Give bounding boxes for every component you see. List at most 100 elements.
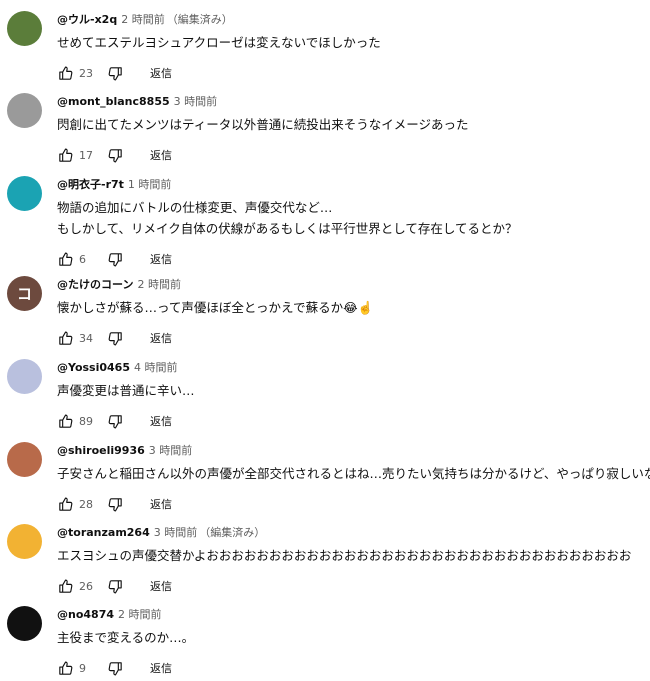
comment-header: @明衣子-r7t 1 時間前 — [57, 176, 171, 192]
comment-header: @shiroeli9936 3 時間前 — [57, 442, 192, 458]
like-count: 23 — [79, 66, 93, 80]
comment-actions: 28 返信 — [57, 495, 172, 513]
timestamp[interactable]: 1 時間前 — [128, 178, 172, 191]
comment-header: @mont_blanc8855 3 時間前 — [57, 93, 217, 109]
comment-text-line: 閃創に出てたメンツはティータ以外普通に続投出来そうなイメージあった — [57, 117, 469, 132]
comment-text-line: せめてエステルヨシュアクローゼは変えないでほしかった — [57, 35, 381, 50]
reply-button[interactable]: 返信 — [150, 496, 172, 512]
like-count: 28 — [79, 497, 93, 511]
dislike-icon[interactable] — [107, 330, 124, 347]
reply-button[interactable]: 返信 — [150, 330, 172, 346]
author-name[interactable]: @mont_blanc8855 — [57, 95, 170, 108]
comment-text-line: エスヨシュの声優交替かよおおおおおおおおおおおおおおおおおおおおおおおおおおおお… — [57, 548, 632, 563]
dislike-icon[interactable] — [107, 413, 124, 430]
timestamp[interactable]: 2 時間前 — [118, 608, 162, 621]
timestamp[interactable]: 2 時間前 — [121, 13, 165, 26]
like-icon[interactable] — [57, 330, 74, 347]
comment-body: 物語の追加にバトルの仕様変更、声優交代など… もしかして、リメイク自体の伏線がある… — [57, 197, 518, 239]
comment-header: @no4874 2 時間前 — [57, 606, 162, 622]
like-icon[interactable] — [57, 147, 74, 164]
comment-item: コ @たけのコーン 2 時間前懐かしさが蘇る…って声優ほぼ全とっかえで蘇るか😂☝️ 3… — [0, 276, 650, 351]
like-icon[interactable] — [57, 251, 74, 268]
reply-button[interactable]: 返信 — [150, 578, 172, 594]
comment-body: 閃創に出てたメンツはティータ以外普通に続投出来そうなイメージあった — [57, 114, 469, 135]
comment-item: @toranzam264 3 時間前 （編集済み） エスヨシュの声優交替かよおおおおお… — [0, 524, 650, 599]
avatar[interactable] — [7, 442, 42, 477]
like-count: 89 — [79, 414, 93, 428]
comment-body: 主役まで変えるのか…。 — [57, 627, 194, 648]
avatar[interactable] — [7, 606, 42, 641]
comment-item: @mont_blanc8855 3 時間前閃創に出てたメンツはティータ以外普通に続… — [0, 93, 650, 168]
like-icon[interactable] — [57, 660, 74, 677]
comment-actions: 17 返信 — [57, 146, 172, 164]
comment-text-line: 声優変更は普通に辛い… — [57, 383, 195, 398]
like-count: 17 — [79, 148, 93, 162]
comment-actions: 23 返信 — [57, 64, 172, 82]
comment-body: せめてエステルヨシュアクローゼは変えないでほしかった — [57, 32, 381, 53]
author-name[interactable]: @shiroeli9936 — [57, 444, 145, 457]
dislike-icon[interactable] — [107, 65, 124, 82]
like-count: 26 — [79, 579, 93, 593]
comment-item: @no4874 2 時間前主役まで変えるのか…。 9 返信 — [0, 606, 650, 681]
comment-actions: 89 返信 — [57, 412, 172, 430]
comment-header: @toranzam264 3 時間前 （編集済み） — [57, 524, 265, 540]
comment-body: 懐かしさが蘇る…って声優ほぼ全とっかえで蘇るか😂☝️ — [57, 297, 373, 318]
dislike-icon[interactable] — [107, 578, 124, 595]
dislike-icon[interactable] — [107, 147, 124, 164]
comment-text-line: 懐かしさが蘇る…って声優ほぼ全とっかえで蘇るか😂☝️ — [57, 300, 374, 315]
avatar[interactable] — [7, 176, 42, 211]
timestamp[interactable]: 2 時間前 — [137, 278, 181, 291]
author-name[interactable]: @no4874 — [57, 608, 114, 621]
comment-item: @ウル-x2q 2 時間前 （編集済み） せめてエステルヨシュアクローゼは変えないでほ… — [0, 11, 650, 86]
reply-button[interactable]: 返信 — [150, 660, 172, 676]
comment-actions: 6 返信 — [57, 250, 172, 268]
like-icon[interactable] — [57, 496, 74, 513]
comment-text-line: 主役まで変えるのか…。 — [57, 630, 195, 645]
author-name[interactable]: @明衣子-r7t — [57, 178, 124, 191]
comment-actions: 26 返信 — [57, 577, 172, 595]
avatar[interactable] — [7, 359, 42, 394]
timestamp[interactable]: 4 時間前 — [134, 361, 178, 374]
avatar-letter: コ — [16, 285, 32, 303]
like-icon[interactable] — [57, 578, 74, 595]
edited-label: （編集済み） — [199, 526, 266, 539]
comment-header: @Yossi0465 4 時間前 — [57, 359, 178, 375]
timestamp[interactable]: 3 時間前 — [149, 444, 193, 457]
avatar[interactable]: コ — [7, 276, 42, 311]
comment-actions: 9 返信 — [57, 659, 172, 677]
like-icon[interactable] — [57, 413, 74, 430]
timestamp[interactable]: 3 時間前 — [154, 526, 198, 539]
avatar[interactable] — [7, 93, 42, 128]
timestamp[interactable]: 3 時間前 — [174, 95, 218, 108]
reply-button[interactable]: 返信 — [150, 251, 172, 267]
like-count: 34 — [79, 331, 93, 345]
comment-item: @明衣子-r7t 1 時間前物語の追加にバトルの仕様変更、声優交代など… もしかして… — [0, 176, 650, 272]
dislike-icon[interactable] — [107, 660, 124, 677]
comment-item: @Yossi0465 4 時間前声優変更は普通に辛い… 89 返信 — [0, 359, 650, 434]
reply-button[interactable]: 返信 — [150, 65, 172, 81]
avatar[interactable] — [7, 524, 42, 559]
edited-label: （編集済み） — [166, 13, 233, 26]
comment-body: 声優変更は普通に辛い… — [57, 380, 195, 401]
like-icon[interactable] — [57, 65, 74, 82]
reply-button[interactable]: 返信 — [150, 147, 172, 163]
like-count: 9 — [79, 661, 86, 675]
comment-text-line: 子安さんと稲田さん以外の声優が全部交代されるとはね…売りたい気持ちは分かるけど、… — [57, 466, 650, 481]
dislike-icon[interactable] — [107, 496, 124, 513]
author-name[interactable]: @たけのコーン — [57, 278, 133, 291]
dislike-icon[interactable] — [107, 251, 124, 268]
author-name[interactable]: @ウル-x2q — [57, 13, 117, 26]
comment-actions: 34 返信 — [57, 329, 172, 347]
author-name[interactable]: @Yossi0465 — [57, 361, 130, 374]
comment-item: @shiroeli9936 3 時間前子安さんと稲田さん以外の声優が全部交代される… — [0, 442, 650, 517]
comment-header: @ウル-x2q 2 時間前 （編集済み） — [57, 11, 233, 27]
like-count: 6 — [79, 252, 86, 266]
comment-body: 子安さんと稲田さん以外の声優が全部交代されるとはね…売りたい気持ちは分かるけど、… — [57, 463, 650, 484]
avatar[interactable] — [7, 11, 42, 46]
reply-button[interactable]: 返信 — [150, 413, 172, 429]
author-name[interactable]: @toranzam264 — [57, 526, 150, 539]
comment-text-line: もしかして、リメイク自体の伏線があるもしくは平行世界として存在してるとか？ — [57, 221, 518, 236]
comment-header: @たけのコーン 2 時間前 — [57, 276, 181, 292]
comment-body: エスヨシュの声優交替かよおおおおおおおおおおおおおおおおおおおおおおおおおおおお… — [57, 545, 631, 566]
comment-text-line: 物語の追加にバトルの仕様変更、声優交代など… — [57, 200, 333, 215]
